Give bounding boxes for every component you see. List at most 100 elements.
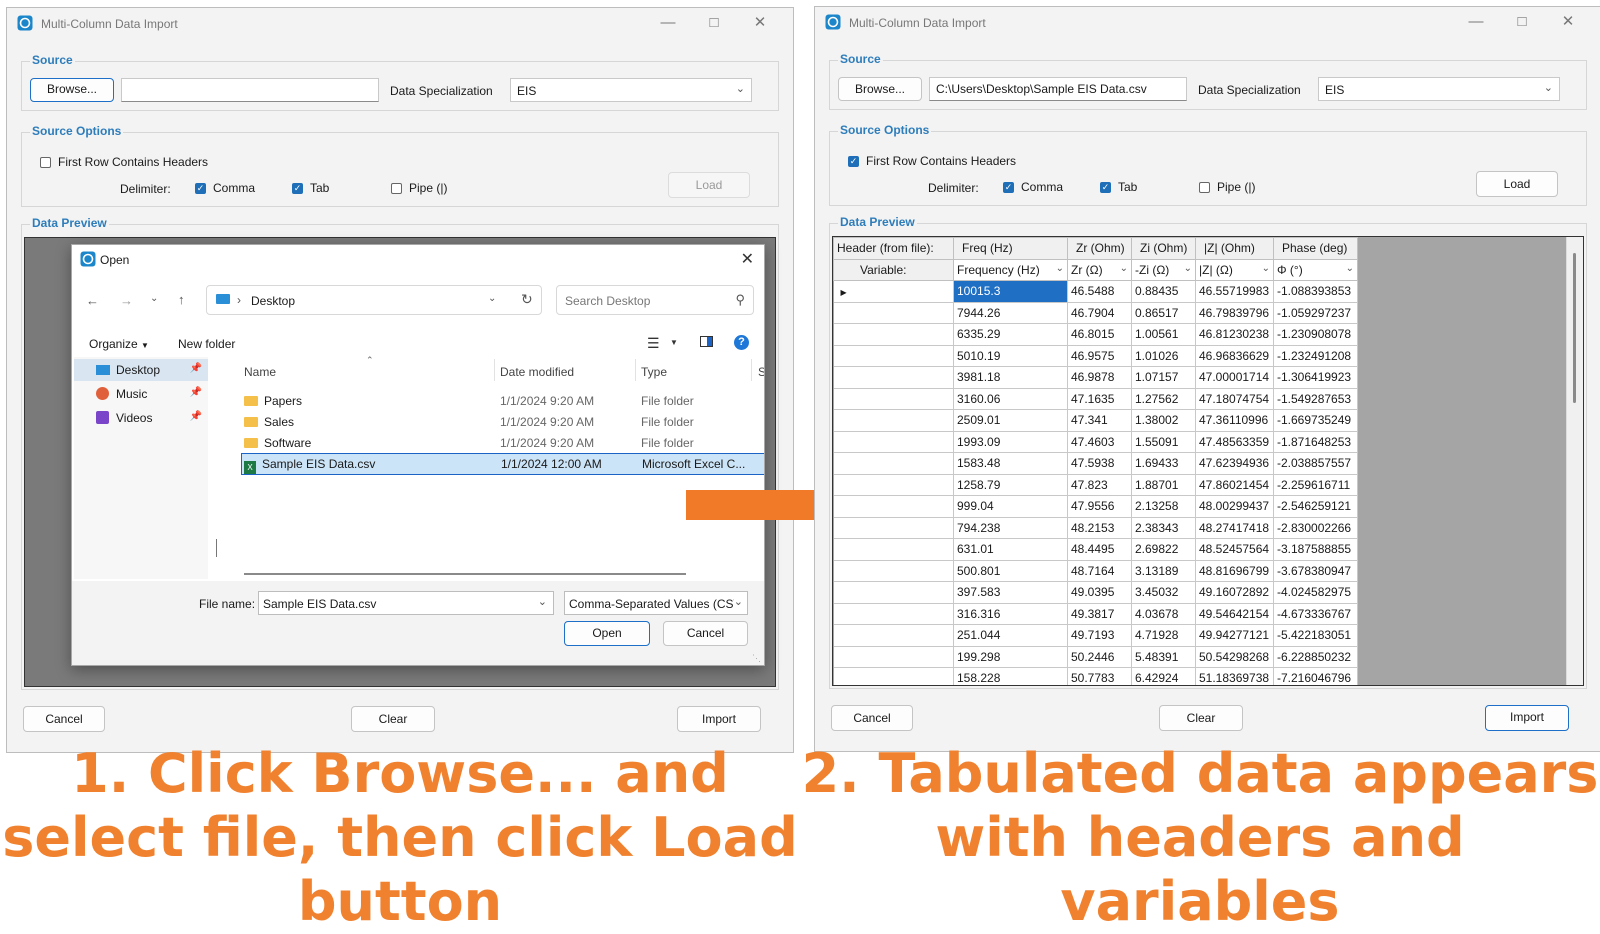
table-cell[interactable]: -2.546259121 (1273, 495, 1358, 518)
table-cell[interactable]: 2.69822 (1131, 538, 1196, 561)
table-cell[interactable]: -7.216046796 (1273, 667, 1358, 685)
sidebar-item-desktop[interactable]: Desktop 📌 (74, 359, 208, 381)
table-cell[interactable]: 47.86021454 (1195, 473, 1274, 496)
import-button[interactable]: Import (1485, 705, 1569, 731)
help-icon[interactable]: ? (734, 335, 749, 350)
table-cell[interactable]: 0.88435 (1131, 280, 1196, 303)
table-cell[interactable]: 4.71928 (1131, 624, 1196, 647)
table-cell[interactable]: 3.13189 (1131, 559, 1196, 582)
table-cell[interactable]: 1.07157 (1131, 366, 1196, 389)
table-cell[interactable]: -3.187588855 (1273, 538, 1358, 561)
table-cell[interactable]: 48.00299437 (1195, 495, 1274, 518)
file-name-combo[interactable]: Sample EIS Data.csv ⌄ (258, 591, 554, 615)
tab-checkbox[interactable]: ✓ Tab (292, 181, 329, 195)
table-cell[interactable]: 46.5488 (1067, 280, 1132, 303)
maximize-icon[interactable]: □ (691, 14, 737, 32)
row-header[interactable]: ▶ (833, 280, 954, 303)
clear-button[interactable]: Clear (351, 706, 435, 732)
table-cell[interactable]: 47.36110996 (1195, 409, 1274, 432)
table-cell[interactable]: 10015.3 (953, 280, 1068, 303)
table-cell[interactable]: 50.54298268 (1195, 645, 1274, 668)
table-cell[interactable]: 4.03678 (1131, 602, 1196, 625)
first-row-headers-checkbox[interactable]: First Row Contains Headers (40, 155, 208, 169)
table-cell[interactable]: 47.4603 (1067, 430, 1132, 453)
column-header-date[interactable]: Date modified (500, 365, 574, 379)
row-header[interactable] (833, 430, 954, 453)
row-header[interactable] (833, 301, 954, 324)
close-icon[interactable]: ✕ (741, 249, 754, 269)
file-row[interactable]: Software 1/1/2024 9:20 AM File folder (230, 433, 764, 453)
resize-grip-icon[interactable]: ⋱ (752, 653, 761, 664)
up-arrow-icon[interactable]: ↑ (178, 292, 185, 307)
table-cell[interactable]: 3.45032 (1131, 581, 1196, 604)
table-cell[interactable]: 49.16072892 (1195, 581, 1274, 604)
table-cell[interactable]: -2.830002266 (1273, 516, 1358, 539)
table-cell[interactable]: 48.27417418 (1195, 516, 1274, 539)
file-type-filter[interactable]: Comma-Separated Values (CSV ⌄ (564, 591, 748, 615)
cancel-button[interactable]: Cancel (831, 705, 913, 731)
data-specialization-select[interactable]: EIS ⌄ (1318, 77, 1560, 101)
clear-button[interactable]: Clear (1159, 705, 1243, 731)
pipe-checkbox[interactable]: Pipe (|) (391, 181, 447, 195)
table-cell[interactable]: 199.298 (953, 645, 1068, 668)
table-cell[interactable]: 1.69433 (1131, 452, 1196, 475)
new-folder-button[interactable]: New folder (178, 337, 235, 351)
vertical-scrollbar[interactable] (1566, 237, 1583, 685)
table-cell[interactable]: 3160.06 (953, 387, 1068, 410)
variable-select[interactable]: Frequency (Hz) ⌄ (953, 258, 1068, 281)
table-cell[interactable]: 47.823 (1067, 473, 1132, 496)
table-cell[interactable]: 631.01 (953, 538, 1068, 561)
table-cell[interactable]: 1.38002 (1131, 409, 1196, 432)
column-header-type[interactable]: Type (641, 365, 667, 379)
table-cell[interactable]: 47.48563359 (1195, 430, 1274, 453)
table-cell[interactable]: 46.9878 (1067, 366, 1132, 389)
row-header[interactable] (833, 323, 954, 346)
table-cell[interactable]: 46.9575 (1067, 344, 1132, 367)
table-cell[interactable]: 47.5938 (1067, 452, 1132, 475)
variable-select[interactable]: |Z| (Ω) ⌄ (1195, 258, 1274, 281)
search-box[interactable]: Search Desktop ⚲ (556, 285, 754, 315)
load-button[interactable]: Load (1476, 171, 1558, 197)
table-cell[interactable]: 158.228 (953, 667, 1068, 685)
maximize-icon[interactable]: □ (1499, 13, 1545, 31)
row-header[interactable] (833, 645, 954, 668)
comma-checkbox[interactable]: ✓ Comma (1003, 180, 1063, 194)
dropdown-triangle-icon[interactable]: ▼ (670, 338, 678, 347)
table-cell[interactable]: 1258.79 (953, 473, 1068, 496)
table-cell[interactable]: 49.3817 (1067, 602, 1132, 625)
table-cell[interactable]: 46.7904 (1067, 301, 1132, 324)
sidebar-item-music[interactable]: Music 📌 (74, 383, 208, 405)
pipe-checkbox[interactable]: Pipe (|) (1199, 180, 1255, 194)
minimize-icon[interactable]: — (645, 14, 691, 32)
column-header-size[interactable]: S (758, 365, 764, 379)
table-cell[interactable]: 397.583 (953, 581, 1068, 604)
table-cell[interactable]: 500.801 (953, 559, 1068, 582)
variable-select[interactable]: Φ (°) ⌄ (1273, 258, 1358, 281)
comma-checkbox[interactable]: ✓ Comma (195, 181, 255, 195)
table-cell[interactable]: 1993.09 (953, 430, 1068, 453)
row-header[interactable] (833, 387, 954, 410)
file-row[interactable]: Papers 1/1/2024 9:20 AM File folder (230, 391, 764, 411)
row-header[interactable] (833, 581, 954, 604)
table-cell[interactable]: -1.871648253 (1273, 430, 1358, 453)
table-cell[interactable]: 48.81696799 (1195, 559, 1274, 582)
table-cell[interactable]: -4.024582975 (1273, 581, 1358, 604)
table-cell[interactable]: 6335.29 (953, 323, 1068, 346)
close-icon[interactable]: ✕ (1545, 13, 1591, 31)
row-header[interactable] (833, 452, 954, 475)
row-header[interactable] (833, 409, 954, 432)
chevron-down-icon[interactable]: ⌄ (150, 293, 158, 304)
table-cell[interactable]: 7944.26 (953, 301, 1068, 324)
table-cell[interactable]: -2.038857557 (1273, 452, 1358, 475)
row-header[interactable] (833, 516, 954, 539)
table-cell[interactable]: 47.18074754 (1195, 387, 1274, 410)
table-cell[interactable]: 5010.19 (953, 344, 1068, 367)
table-cell[interactable]: 48.2153 (1067, 516, 1132, 539)
table-cell[interactable]: 47.341 (1067, 409, 1132, 432)
table-cell[interactable]: -1.059297237 (1273, 301, 1358, 324)
table-cell[interactable]: 48.52457564 (1195, 538, 1274, 561)
table-cell[interactable]: 46.79839796 (1195, 301, 1274, 324)
first-row-headers-checkbox[interactable]: ✓ First Row Contains Headers (848, 154, 1016, 168)
refresh-icon[interactable]: ↻ (521, 291, 533, 308)
table-cell[interactable]: 251.044 (953, 624, 1068, 647)
